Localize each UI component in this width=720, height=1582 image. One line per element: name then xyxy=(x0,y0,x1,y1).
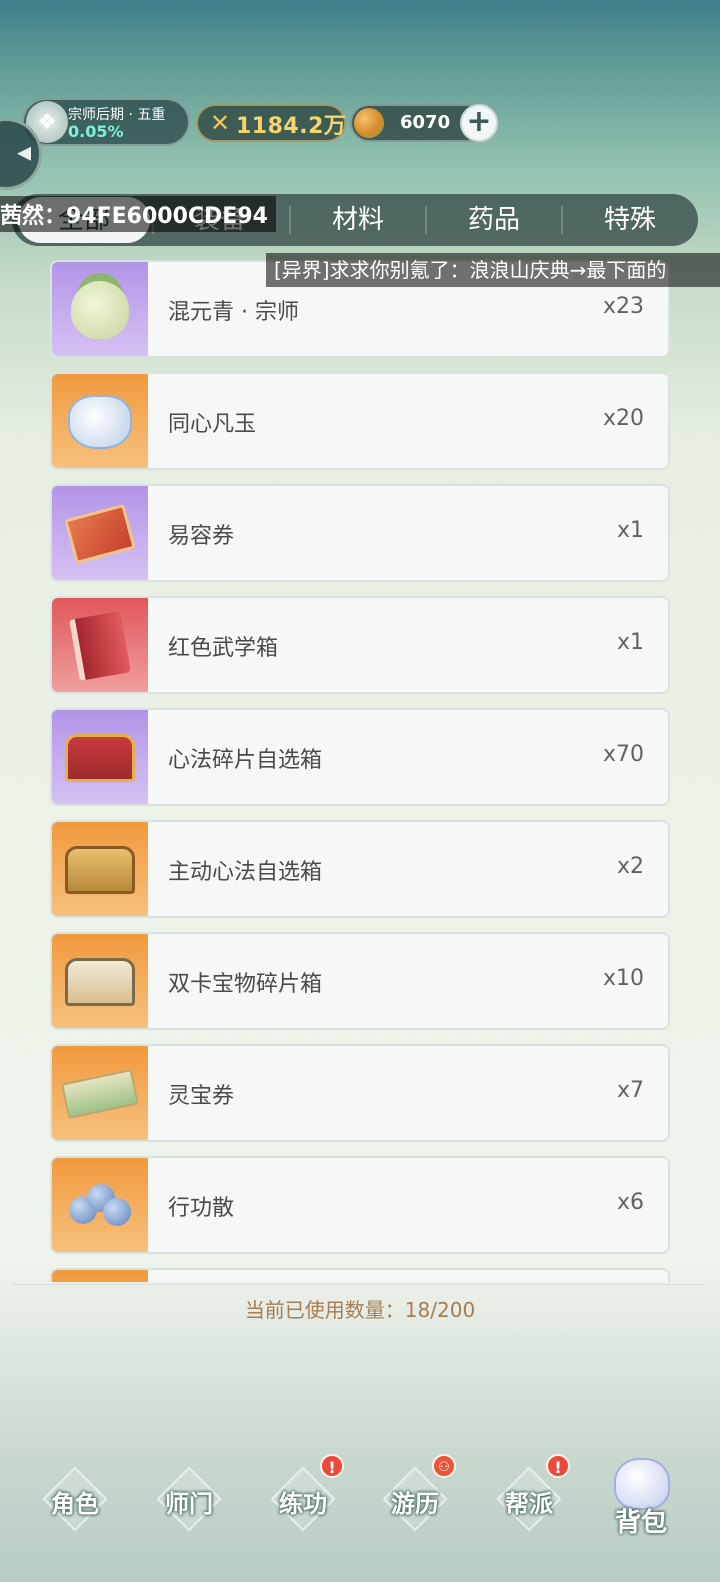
capacity-usage: 当前已使用数量：18/200 xyxy=(244,1298,476,1322)
item-count: x2 xyxy=(616,854,644,879)
list-item[interactable]: 主动心法自选箱 x2 xyxy=(50,820,670,918)
nav-label: 师门 xyxy=(165,1490,213,1518)
gold-chest-icon xyxy=(65,846,135,894)
add-coins-button[interactable]: + xyxy=(460,104,498,142)
nav-backpack[interactable]: 背包 xyxy=(596,1502,686,1539)
item-thumbnail xyxy=(52,822,148,916)
nav-character[interactable]: 角色 xyxy=(30,1462,120,1542)
nav-training[interactable]: 练功 ! xyxy=(258,1454,348,1542)
list-item[interactable]: 同心凡玉 x20 xyxy=(50,372,670,470)
rank-progress: 0.05% xyxy=(68,122,124,141)
list-item[interactable]: 易容券 x1 xyxy=(50,484,670,582)
list-item[interactable] xyxy=(50,1268,670,1282)
alert-badge-icon: ! xyxy=(546,1454,570,1478)
list-item[interactable]: 心法碎片自选箱 x70 xyxy=(50,708,670,806)
item-count: x70 xyxy=(602,742,644,767)
book-icon xyxy=(69,610,131,682)
item-count: x23 xyxy=(602,294,644,319)
item-name: 心法碎片自选箱 xyxy=(168,748,323,773)
nav-travel[interactable]: 游历 ⚇ xyxy=(370,1454,460,1542)
item-thumbnail xyxy=(52,486,148,580)
tab-materials[interactable]: 材料 xyxy=(292,198,424,242)
player-id-overlay: 茜然：94FE6000CDE94 xyxy=(0,196,276,232)
tab-divider xyxy=(425,206,427,234)
item-name: 红色武学箱 xyxy=(168,636,279,661)
nav-guild[interactable]: 帮派 ! xyxy=(484,1454,574,1542)
item-thumbnail xyxy=(52,1046,148,1140)
tab-medicine[interactable]: 药品 xyxy=(428,198,560,242)
announcement-marquee: [异界]求求你别氪了：浪浪山庆典→最下面的 xyxy=(266,253,720,287)
item-count: x20 xyxy=(602,406,644,431)
reward-badge-icon: ⚇ xyxy=(432,1454,456,1478)
item-count: x6 xyxy=(616,1190,644,1215)
tab-divider xyxy=(561,206,563,234)
radish-icon xyxy=(71,281,129,339)
item-count: x7 xyxy=(616,1078,644,1103)
nav-sect[interactable]: 师门 xyxy=(144,1462,234,1542)
tab-special[interactable]: 特殊 xyxy=(564,198,696,242)
red-chest-icon xyxy=(65,734,135,782)
item-list[interactable]: 混元青 · 宗师 x23 同心凡玉 x20 易容券 x1 红色武学箱 x1 心法… xyxy=(50,260,672,1282)
item-thumbnail xyxy=(52,598,148,692)
item-name: 灵宝券 xyxy=(168,1084,235,1109)
list-item[interactable]: 双卡宝物碎片箱 x10 xyxy=(50,932,670,1030)
item-thumbnail xyxy=(52,262,148,356)
tab-divider xyxy=(289,206,291,234)
power-value: 1184.2万 xyxy=(236,114,347,139)
nav-label: 角色 xyxy=(51,1490,99,1518)
list-divider xyxy=(12,1284,704,1285)
item-count: x1 xyxy=(616,630,644,655)
list-item[interactable]: 红色武学箱 x1 xyxy=(50,596,670,694)
item-name: 主动心法自选箱 xyxy=(168,860,323,885)
nav-label: 游历 xyxy=(391,1490,439,1518)
item-thumbnail xyxy=(52,934,148,1028)
list-item[interactable]: 灵宝券 x7 xyxy=(50,1044,670,1142)
rank-title: 宗师后期 · 五重 xyxy=(68,107,166,123)
item-count: x10 xyxy=(602,966,644,991)
scroll-icon xyxy=(61,1068,139,1120)
item-thumbnail xyxy=(52,1158,148,1252)
item-name: 混元青 · 宗师 xyxy=(168,300,299,325)
alert-badge-icon: ! xyxy=(320,1454,344,1478)
ticket-icon xyxy=(64,503,136,565)
pills-icon xyxy=(65,1182,135,1230)
nav-label: 帮派 xyxy=(505,1490,553,1518)
jade-coin-icon xyxy=(354,108,384,138)
item-count: x1 xyxy=(616,518,644,543)
nav-label: 练功 xyxy=(279,1490,327,1518)
treasure-chest-icon xyxy=(65,958,135,1006)
item-thumbnail xyxy=(52,710,148,804)
item-name: 双卡宝物碎片箱 xyxy=(168,972,323,997)
coin-value: 6070 xyxy=(400,112,451,133)
swords-icon: ✕ xyxy=(209,109,231,137)
item-thumbnail xyxy=(52,374,148,468)
list-item[interactable]: 行功散 x6 xyxy=(50,1156,670,1254)
item-name: 行功散 xyxy=(168,1196,235,1221)
item-thumbnail xyxy=(52,1270,148,1282)
item-name: 同心凡玉 xyxy=(168,412,257,437)
item-name: 易容券 xyxy=(168,524,235,549)
pouch-icon xyxy=(68,395,132,449)
